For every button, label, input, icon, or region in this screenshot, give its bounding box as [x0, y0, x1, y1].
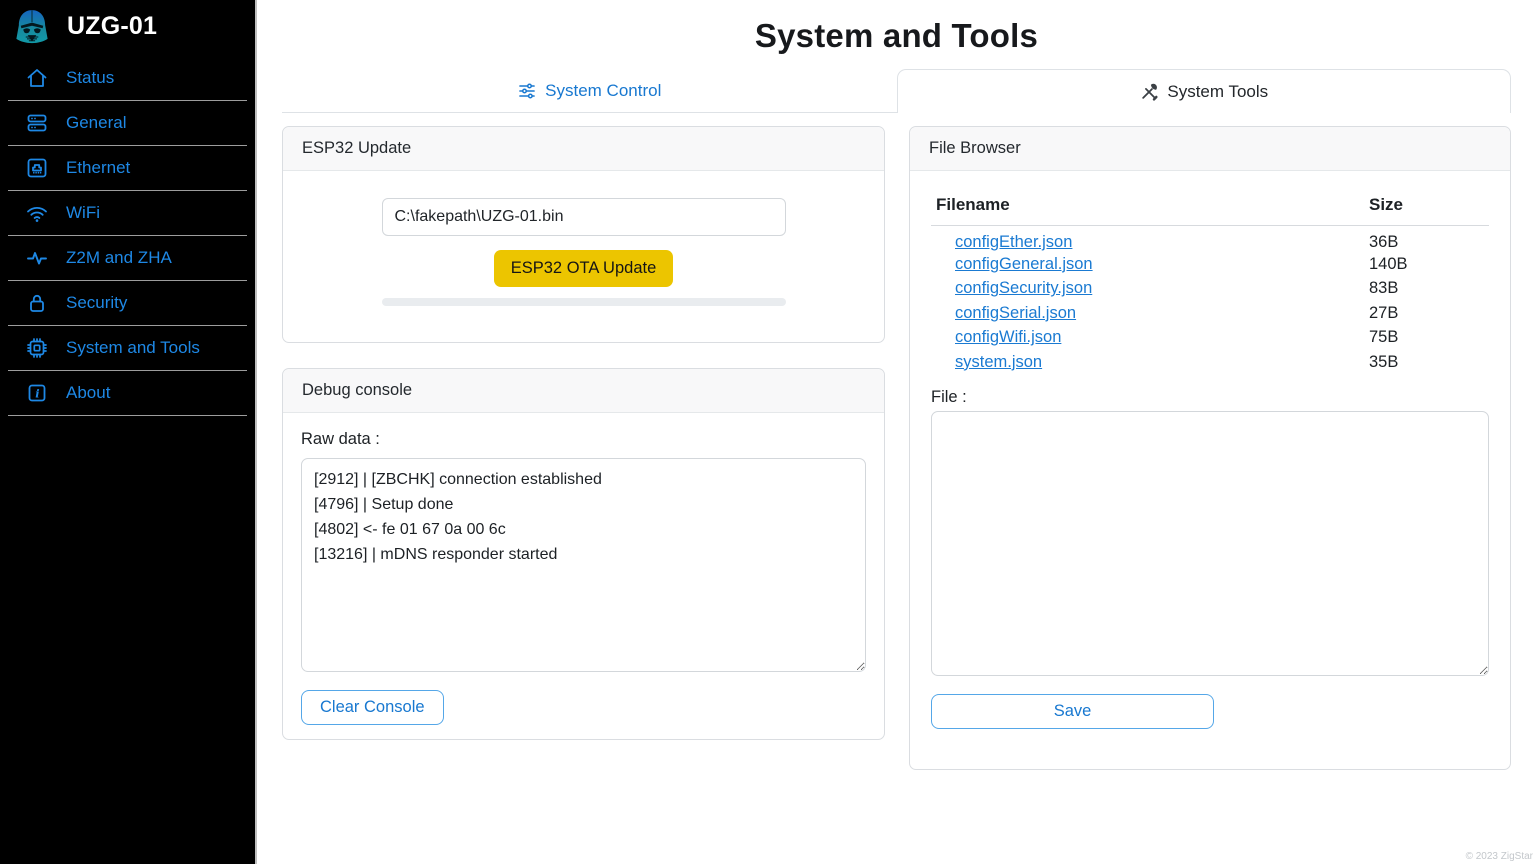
sidebar-item-label: Z2M and ZHA	[66, 248, 172, 268]
sidebar-nav: Status General	[8, 56, 247, 416]
sidebar-item-label: WiFi	[66, 203, 100, 223]
file-row: configSerial.json 27B	[931, 301, 1489, 326]
sidebar-item-system-tools[interactable]: System and Tools	[8, 326, 247, 371]
file-link[interactable]: system.json	[955, 353, 1042, 371]
app-title: UZG-01	[67, 12, 157, 41]
file-browser-card: File Browser Filename Size configEther.j…	[909, 126, 1511, 770]
sidebar: UZG-01 Status General	[0, 0, 257, 864]
size-column-header: Size	[1369, 195, 1489, 226]
debug-console-header: Debug console	[283, 369, 884, 413]
tab-label: System Tools	[1167, 82, 1268, 102]
server-icon	[25, 111, 49, 135]
sidebar-item-z2m-zha[interactable]: Z2M and ZHA	[8, 236, 247, 281]
tab-label: System Control	[545, 81, 661, 101]
brand: UZG-01	[0, 0, 255, 52]
file-row: system.json 35B	[931, 350, 1489, 375]
sidebar-item-status[interactable]: Status	[8, 56, 247, 101]
sidebar-item-label: About	[66, 383, 110, 403]
tab-system-tools[interactable]: System Tools	[897, 69, 1512, 113]
sidebar-item-label: Security	[66, 293, 127, 313]
sidebar-item-label: System and Tools	[66, 338, 200, 358]
main-content: System and Tools System Control	[257, 0, 1536, 864]
file-row: configGeneral.json 140B	[931, 252, 1489, 277]
sidebar-item-general[interactable]: General	[8, 101, 247, 146]
sliders-icon	[517, 81, 537, 101]
filename-column-header: Filename	[931, 195, 1369, 226]
sidebar-item-ethernet[interactable]: Ethernet	[8, 146, 247, 191]
sidebar-item-about[interactable]: i About	[8, 371, 247, 416]
wifi-icon	[25, 201, 49, 225]
page-title: System and Tools	[282, 17, 1511, 55]
file-size: 75B	[1369, 326, 1489, 351]
raw-data-label: Raw data :	[301, 430, 866, 449]
file-row: configWifi.json 75B	[931, 326, 1489, 351]
copyright: © 2023 ZigStar	[1466, 851, 1533, 862]
file-size: 27B	[1369, 301, 1489, 326]
sidebar-item-wifi[interactable]: WiFi	[8, 191, 247, 236]
file-link[interactable]: configSecurity.json	[955, 279, 1092, 297]
tab-system-control[interactable]: System Control	[282, 69, 897, 113]
file-link[interactable]: configSerial.json	[955, 304, 1076, 322]
save-button[interactable]: Save	[931, 694, 1214, 729]
esp32-update-card: ESP32 Update ESP32 OTA Update	[282, 126, 885, 343]
sidebar-item-label: General	[66, 113, 126, 133]
sidebar-item-label: Status	[66, 68, 114, 88]
activity-icon	[25, 246, 49, 270]
home-icon	[25, 66, 49, 90]
uzg-logo-icon	[12, 7, 52, 47]
file-editor[interactable]	[931, 411, 1489, 676]
file-link[interactable]: configEther.json	[955, 233, 1072, 251]
sidebar-item-security[interactable]: Security	[8, 281, 247, 326]
content-columns: ESP32 Update ESP32 OTA Update Debug cons…	[282, 126, 1511, 770]
file-link[interactable]: configGeneral.json	[955, 255, 1093, 273]
file-editor-label: File :	[931, 388, 1489, 407]
file-link[interactable]: configWifi.json	[955, 328, 1061, 346]
lock-icon	[25, 291, 49, 315]
clear-console-button[interactable]: Clear Console	[301, 690, 444, 725]
file-browser-header: File Browser	[910, 127, 1510, 171]
file-size: 36B	[1369, 226, 1489, 253]
file-size: 83B	[1369, 277, 1489, 302]
cpu-icon	[25, 336, 49, 360]
svg-text:i: i	[35, 386, 39, 400]
file-row: configSecurity.json 83B	[931, 277, 1489, 302]
tools-icon	[1139, 82, 1159, 102]
firmware-file-input[interactable]	[382, 198, 786, 236]
file-row: configEther.json 36B	[931, 226, 1489, 253]
ethernet-icon	[25, 156, 49, 180]
tab-bar: System Control System Tools	[282, 69, 1511, 113]
debug-console-card: Debug console Raw data : [2912] | [ZBCHK…	[282, 368, 885, 740]
file-size: 140B	[1369, 252, 1489, 277]
info-icon: i	[25, 381, 49, 405]
file-size: 35B	[1369, 350, 1489, 375]
esp32-ota-update-button[interactable]: ESP32 OTA Update	[494, 250, 674, 287]
file-table: Filename Size configEther.json 36B confi…	[931, 195, 1489, 375]
ota-progress-bar	[382, 298, 786, 306]
console-output[interactable]: [2912] | [ZBCHK] connection established …	[301, 458, 866, 672]
sidebar-item-label: Ethernet	[66, 158, 130, 178]
esp32-update-header: ESP32 Update	[283, 127, 884, 171]
